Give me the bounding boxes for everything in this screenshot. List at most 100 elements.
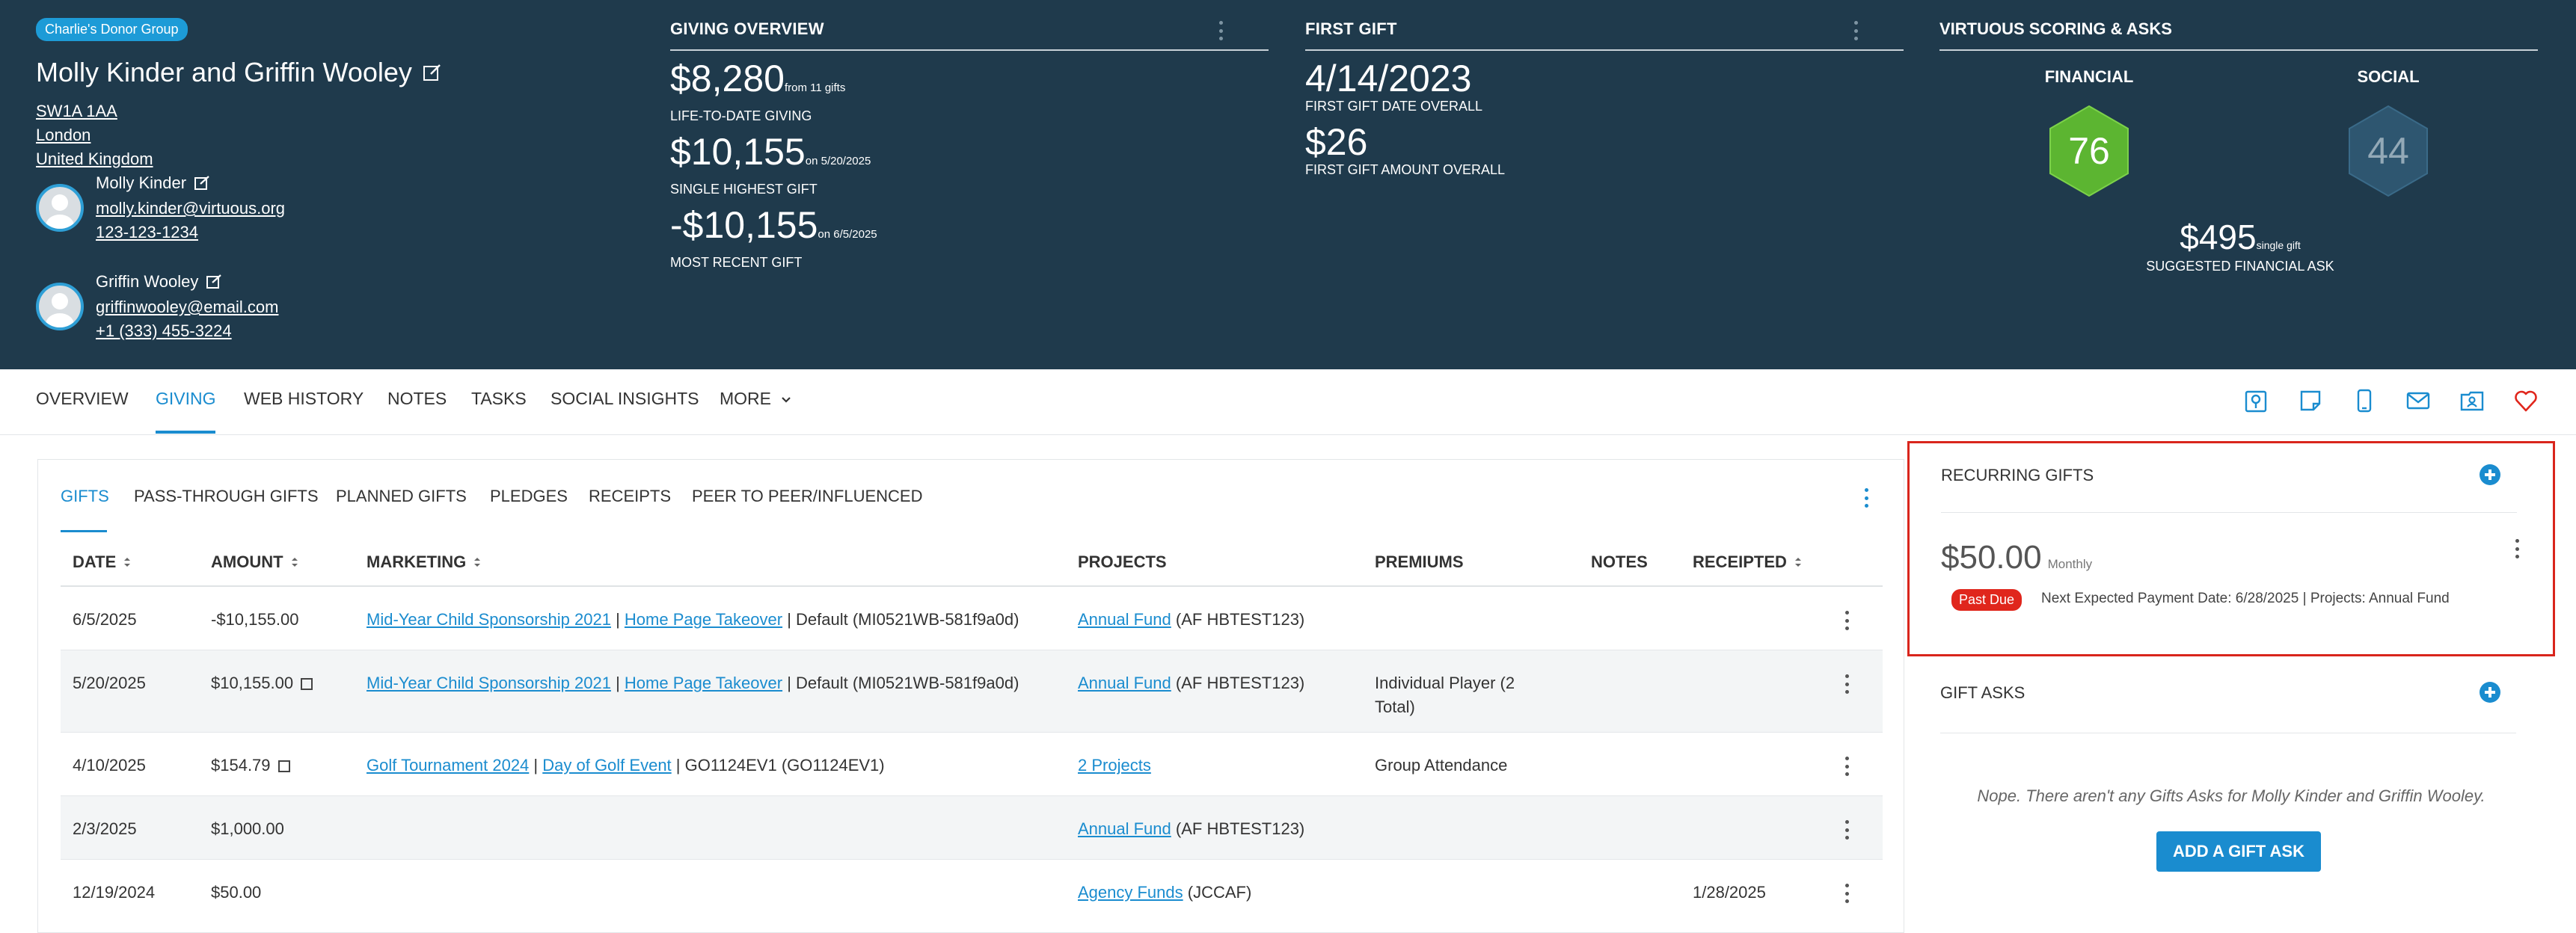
sort-icon — [474, 558, 481, 567]
subtab-receipts[interactable]: RECEIPTS — [589, 487, 671, 506]
row-options-icon[interactable] — [1844, 674, 1850, 694]
row-options-icon[interactable] — [1844, 611, 1850, 630]
group-badge[interactable]: Charlie's Donor Group — [36, 18, 188, 41]
marketing-campaign-link[interactable]: Mid-Year Child Sponsorship 2021 — [367, 610, 611, 629]
giving-overview-title-text: GIVING OVERVIEW — [670, 19, 824, 38]
edit-icon[interactable] — [423, 63, 442, 82]
edit-icon[interactable] — [194, 175, 210, 191]
column-date-label: DATE — [73, 552, 117, 571]
subtab-planned-gifts[interactable]: PLANNED GIFTS — [336, 487, 467, 506]
marketing-campaign-link[interactable]: Golf Tournament 2024 — [367, 756, 529, 775]
contact-folder-icon[interactable] — [2459, 387, 2485, 414]
recurring-amount-text: $50.00 — [1941, 539, 2042, 576]
mail-icon[interactable] — [2405, 387, 2432, 414]
tab-more[interactable]: MORE — [720, 389, 792, 409]
note-icon[interactable] — [2297, 387, 2324, 414]
gift-amount: $1,000.00 — [211, 819, 284, 838]
add-gift-ask-icon[interactable] — [2480, 682, 2500, 703]
subtab-pass-through-gifts[interactable]: PASS-THROUGH GIFTS — [134, 487, 319, 506]
table-row[interactable]: 2/3/2025 $1,000.00 Annual Fund (AF HBTES… — [61, 796, 1883, 860]
gift-receipted-date: 1/28/2025 — [1693, 883, 1766, 902]
gift-date: 5/20/2025 — [73, 674, 146, 692]
address-country[interactable]: United Kingdom — [36, 150, 153, 169]
tab-overview[interactable]: OVERVIEW — [36, 389, 129, 409]
gift-asks-title: GIFT ASKS — [1940, 683, 2025, 702]
social-label: SOCIAL — [2357, 67, 2420, 86]
ltd-amount: $8,280 — [670, 58, 785, 99]
receipt-checkbox[interactable] — [277, 760, 290, 773]
active-tab-indicator — [156, 431, 215, 434]
project-link[interactable]: Agency Funds — [1078, 883, 1183, 902]
column-marketing[interactable]: MARKETING — [367, 552, 481, 572]
column-notes: NOTES — [1591, 552, 1648, 571]
recurring-frequency: Monthly — [2047, 557, 2093, 571]
address-city[interactable]: London — [36, 126, 91, 145]
subtab-peer-to-peer[interactable]: PEER TO PEER/INFLUENCED — [692, 487, 922, 506]
gift-amount: -$10,155.00 — [211, 610, 299, 629]
contact-email[interactable]: griffinwooley@email.com — [96, 298, 278, 317]
receipt-checkbox[interactable] — [301, 678, 313, 691]
sort-icon — [124, 558, 131, 567]
row-options-icon[interactable] — [1844, 884, 1850, 903]
marketing-campaign-link[interactable]: Mid-Year Child Sponsorship 2021 — [367, 674, 611, 692]
tab-web-history[interactable]: WEB HISTORY — [244, 389, 364, 409]
marketing-segment-link[interactable]: Home Page Takeover — [625, 610, 782, 629]
subtab-pledges[interactable]: PLEDGES — [490, 487, 568, 506]
donor-name-text: Molly Kinder and Griffin Wooley — [36, 57, 412, 87]
address-postcode[interactable]: SW1A 1AA — [36, 102, 117, 121]
contact-name: Molly Kinder — [96, 173, 210, 193]
gift-amount: $10,155.00 — [211, 671, 313, 695]
gift-marketing: Mid-Year Child Sponsorship 2021 | Home P… — [367, 610, 1019, 629]
project-link[interactable]: Annual Fund — [1078, 674, 1171, 692]
highest-gift-label: SINGLE HIGHEST GIFT — [670, 182, 818, 197]
project-link[interactable]: 2 Projects — [1078, 756, 1151, 775]
gift-date: 2/3/2025 — [73, 819, 137, 838]
project-link[interactable]: Annual Fund — [1078, 819, 1171, 838]
column-amount[interactable]: AMOUNT — [211, 552, 298, 572]
marketing-segment-link[interactable]: Day of Golf Event — [542, 756, 671, 775]
table-row[interactable]: 5/20/2025 $10,155.00 Mid-Year Child Spon… — [61, 650, 1883, 733]
tab-social-insights[interactable]: SOCIAL INSIGHTS — [551, 389, 699, 409]
project-code: (AF HBTEST123) — [1175, 610, 1305, 629]
heart-icon[interactable] — [2512, 387, 2539, 414]
more-options-icon[interactable] — [1853, 21, 1859, 40]
contact-email[interactable]: molly.kinder@virtuous.org — [96, 199, 285, 218]
highest-note: on 5/20/2025 — [805, 155, 871, 167]
recurring-options-icon[interactable] — [2514, 539, 2520, 558]
suggested-ask-label: SUGGESTED FINANCIAL ASK — [2146, 259, 2334, 274]
table-row[interactable]: 4/10/2025 $154.79 Golf Tournament 2024 |… — [61, 733, 1883, 796]
table-row[interactable]: 6/5/2025 -$10,155.00 Mid-Year Child Spon… — [61, 587, 1883, 650]
tab-tasks[interactable]: TASKS — [471, 389, 527, 409]
subtab-gifts[interactable]: GIFTS — [61, 487, 109, 506]
contact-phone[interactable]: +1 (333) 455-3224 — [96, 321, 232, 341]
project-link[interactable]: Annual Fund — [1078, 610, 1171, 629]
add-recurring-gift-icon[interactable] — [2480, 464, 2500, 485]
contact-phone[interactable]: 123-123-1234 — [96, 223, 198, 242]
first-gift-panel: FIRST GIFT 4/14/2023 FIRST GIFT DATE OVE… — [1305, 19, 1904, 178]
tab-giving[interactable]: GIVING — [156, 389, 216, 409]
recurring-amount: $50.00 Monthly — [1941, 539, 2092, 576]
map-pin-icon[interactable] — [2243, 387, 2270, 414]
status-badge: Past Due — [1951, 589, 2023, 611]
more-options-icon[interactable] — [1218, 21, 1224, 40]
contact-name: Griffin Wooley — [96, 272, 222, 292]
mobile-phone-icon[interactable] — [2351, 387, 2378, 414]
tab-notes[interactable]: NOTES — [387, 389, 447, 409]
recurring-details: Next Expected Payment Date: 6/28/2025 | … — [2041, 591, 2450, 606]
add-gift-ask-button[interactable]: ADD A GIFT ASK — [2156, 831, 2321, 872]
financial-label: FINANCIAL — [2044, 67, 2134, 86]
gift-amount: $50.00 — [211, 883, 262, 902]
column-receipted[interactable]: RECEIPTED — [1693, 552, 1802, 572]
ltd-giving-value: $8,280from 11 gifts — [670, 60, 1269, 107]
edit-icon[interactable] — [206, 274, 222, 290]
gift-project: Agency Funds (JCCAF) — [1078, 881, 1251, 905]
row-options-icon[interactable] — [1844, 757, 1850, 776]
gifts-card: GIFTS PASS-THROUGH GIFTS PLANNED GIFTS P… — [37, 459, 1904, 933]
gifts-options-icon[interactable] — [1863, 488, 1869, 508]
column-date[interactable]: DATE — [73, 552, 131, 572]
column-marketing-label: MARKETING — [367, 552, 467, 571]
table-row[interactable]: 12/19/2024 $50.00 Agency Funds (JCCAF) 1… — [61, 860, 1883, 923]
row-options-icon[interactable] — [1844, 820, 1850, 840]
gift-project: Annual Fund (AF HBTEST123) — [1078, 817, 1304, 841]
marketing-segment-link[interactable]: Home Page Takeover — [625, 674, 782, 692]
